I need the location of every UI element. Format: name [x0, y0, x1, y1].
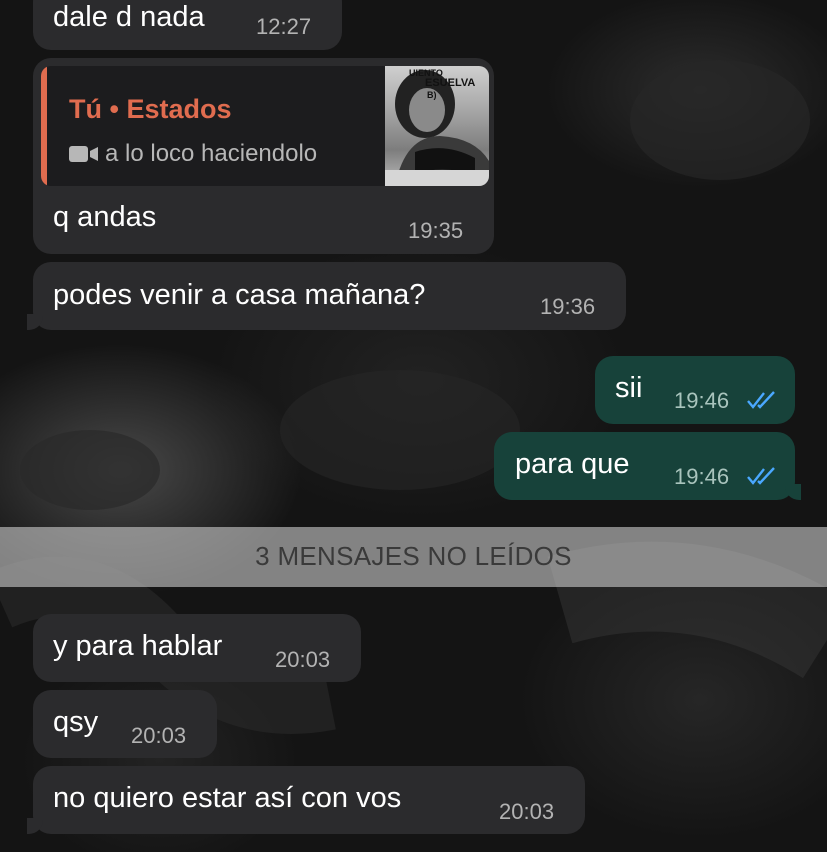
message-text: no quiero estar así con vos: [53, 782, 402, 814]
message-bubble-incoming[interactable]: no quiero estar así con vos 20:03: [27, 766, 585, 834]
message-bubble-incoming[interactable]: y para hablar 20:03: [33, 614, 361, 682]
quoted-status[interactable]: Tú • Estados a lo loco haciendolo UIENTO…: [41, 66, 489, 186]
message-time: 19:46: [674, 464, 730, 489]
read-double-check-icon: [747, 467, 775, 485]
message-text: q andas: [53, 201, 157, 233]
unread-messages-label: 3 MENSAJES NO LEÍDOS: [255, 541, 572, 571]
message-time: 20:03: [275, 647, 331, 672]
unread-messages-divider: 3 MENSAJES NO LEÍDOS: [0, 527, 827, 587]
message-bubble-incoming[interactable]: podes venir a casa mañana? 19:36: [27, 262, 626, 330]
message-text: podes venir a casa mañana?: [53, 279, 426, 311]
message-time: 20:03: [131, 723, 187, 748]
message-text: y para hablar: [53, 630, 223, 662]
message-time: 20:03: [499, 799, 555, 824]
thumbnail-caption-line: B): [427, 90, 437, 100]
message-bubble-incoming[interactable]: qsy 20:03: [33, 690, 217, 758]
quote-caption: a lo loco haciendolo: [105, 140, 318, 167]
message-time: 19:35: [408, 218, 464, 243]
message-text: qsy: [53, 706, 99, 738]
message-bubble-incoming-reply[interactable]: Tú • Estados a lo loco haciendolo UIENTO…: [33, 58, 494, 254]
read-double-check-icon: [747, 391, 775, 409]
message-time: 19:46: [674, 388, 730, 413]
thumbnail-caption-line: ESUELVA: [425, 77, 476, 89]
message-text: sii: [615, 372, 643, 404]
quote-author: Tú • Estados: [69, 94, 232, 124]
message-text: dale d nada: [53, 1, 205, 33]
message-bubble-outgoing[interactable]: para que 19:46: [494, 432, 801, 500]
message-time: 12:27: [256, 14, 312, 39]
status-thumbnail: UIENTO ESUELVA B): [385, 66, 489, 186]
message-text: para que: [515, 448, 630, 480]
video-icon: [69, 146, 98, 162]
message-bubble-incoming[interactable]: dale d nada 12:27: [33, 0, 342, 50]
quote-accent-bar: [41, 66, 47, 186]
message-bubble-outgoing[interactable]: sii 19:46: [595, 356, 795, 424]
message-time: 19:36: [540, 294, 596, 319]
